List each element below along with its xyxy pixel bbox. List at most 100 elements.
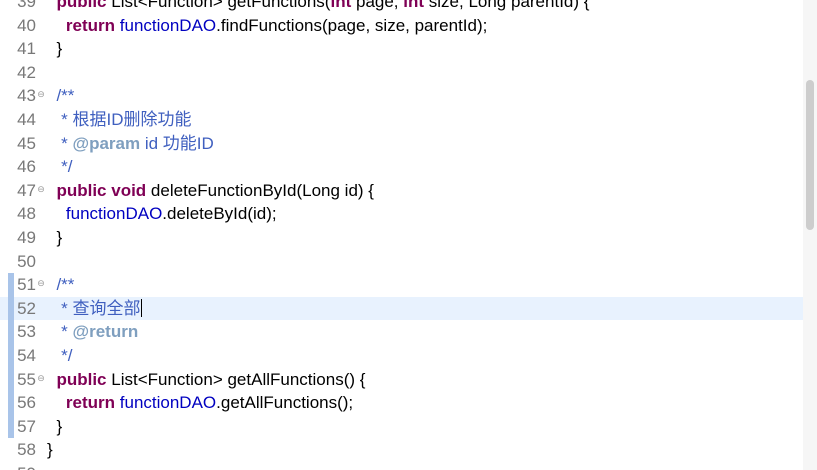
line-number: 39 (17, 0, 36, 11)
code-line[interactable]: 53 * @return (0, 320, 817, 344)
code-text[interactable]: functionDAO.deleteById(id); (47, 202, 277, 226)
code-token: /** (47, 275, 75, 295)
code-token: List<Function> getFunctions( (106, 0, 331, 11)
code-text[interactable]: public void deleteFunctionById(Long id) … (47, 179, 374, 203)
code-token: return (65, 15, 116, 35)
code-token: deleteFunctionById(Long id) { (146, 180, 374, 200)
code-token: id 功能ID (140, 133, 214, 153)
line-number: 50 (17, 251, 36, 271)
code-text[interactable]: * @param id 功能ID (47, 132, 214, 156)
code-text[interactable]: public List<Function> getFunctions(int p… (47, 0, 589, 14)
text-caret (140, 298, 142, 317)
code-token: /** (47, 86, 75, 106)
code-lines: 39 public List<Function> getFunctions(in… (0, 0, 817, 470)
code-token: * 根据ID删除功能 (47, 109, 192, 129)
line-number: 53 (17, 322, 36, 342)
code-line[interactable]: 48 functionDAO.deleteById(id); (0, 202, 817, 226)
code-text[interactable]: * @return (47, 320, 138, 344)
code-token: size, Long parentId) { (424, 0, 590, 11)
code-line[interactable]: 49 } (0, 226, 817, 250)
code-line[interactable]: 39 public List<Function> getFunctions(in… (0, 0, 817, 14)
code-line[interactable]: 47 ⊖ public void deleteFunctionById(Long … (0, 179, 817, 203)
code-token: */ (47, 157, 73, 177)
code-line[interactable]: 56 return functionDAO.getAllFunctions(); (0, 391, 817, 415)
code-text[interactable]: */ (47, 344, 73, 368)
code-token: * (47, 322, 73, 342)
line-number: 57 (17, 416, 36, 436)
code-line[interactable]: 52 * 查询全部 (0, 296, 817, 321)
scrollbar-thumb[interactable] (806, 80, 814, 230)
vertical-scrollbar[interactable] (803, 0, 817, 470)
code-text[interactable]: public List<Function> getAllFunctions() … (47, 368, 365, 392)
code-line[interactable]: 45 * @param id 功能ID (0, 132, 817, 156)
code-token: * (47, 133, 73, 153)
fold-collapse-icon[interactable]: ⊖ (36, 273, 46, 297)
code-token: */ (47, 345, 73, 365)
code-line[interactable]: 46 */ (0, 155, 817, 179)
code-text[interactable]: } (47, 438, 53, 462)
line-number: 49 (17, 227, 36, 247)
code-line[interactable]: 42 (0, 61, 817, 85)
line-number: 40 (17, 15, 36, 35)
line-number: 44 (17, 109, 36, 129)
code-token: @return (72, 322, 139, 342)
code-text[interactable]: /** (47, 84, 74, 108)
code-line[interactable]: 54 */ (0, 343, 817, 368)
code-line[interactable]: 43 ⊖ /** (0, 84, 817, 108)
code-token: } (47, 227, 63, 247)
fold-collapse-icon[interactable]: ⊖ (36, 368, 46, 392)
code-text[interactable]: * 根据ID删除功能 (47, 108, 192, 132)
line-number: 56 (17, 393, 36, 413)
code-line[interactable]: 51 ⊖ /** (0, 273, 817, 297)
code-token: .findFunctions(page, size, parentId); (216, 15, 488, 35)
line-number: 43 (17, 86, 36, 106)
code-token: .deleteById(id); (162, 204, 277, 224)
code-token: void (111, 180, 147, 200)
line-number: 42 (17, 62, 36, 82)
line-number: 46 (17, 157, 36, 177)
line-number: 45 (17, 133, 36, 153)
fold-collapse-icon[interactable]: ⊖ (36, 179, 46, 203)
code-token: public (56, 180, 107, 200)
code-token: public (56, 369, 107, 389)
code-line[interactable]: 41 } (0, 37, 817, 61)
code-token: @param (72, 133, 141, 153)
code-token: int (403, 0, 425, 11)
code-line[interactable]: 58} (0, 438, 817, 462)
code-token: .getAllFunctions(); (216, 393, 354, 413)
code-line[interactable]: 57 } (0, 414, 817, 439)
line-number: 41 (17, 39, 36, 59)
code-text[interactable]: /** (47, 273, 74, 297)
code-token: functionDAO (119, 393, 217, 413)
code-token: List<Function> getAllFunctions() { (106, 369, 366, 389)
code-text[interactable]: } (47, 226, 62, 250)
line-number: 59 (0, 462, 36, 470)
code-text[interactable]: * 查询全部 (47, 297, 142, 321)
code-line[interactable]: 40 return functionDAO.findFunctions(page… (0, 14, 817, 38)
code-text[interactable]: return functionDAO.getAllFunctions(); (47, 391, 353, 415)
code-token: } (47, 416, 63, 436)
code-text[interactable]: } (47, 37, 62, 61)
code-token: return (65, 393, 116, 413)
code-token: } (47, 39, 63, 59)
code-line[interactable]: 55 ⊖ public List<Function> getAllFunction… (0, 367, 817, 392)
line-number: 51 (17, 275, 36, 295)
code-text[interactable]: */ (47, 155, 73, 179)
code-token: functionDAO (65, 204, 163, 224)
line-number: 47 (17, 180, 36, 200)
code-line[interactable]: 50 (0, 250, 817, 274)
code-token: public (56, 0, 107, 11)
code-text[interactable]: } (47, 415, 62, 439)
code-token: * 查询全部 (47, 298, 141, 318)
code-token: page, (351, 0, 404, 11)
fold-collapse-icon[interactable]: ⊖ (36, 84, 46, 108)
code-line[interactable]: 44 * 根据ID删除功能 (0, 108, 817, 132)
code-token: int (330, 0, 352, 11)
code-text[interactable]: return functionDAO.findFunctions(page, s… (47, 14, 487, 38)
code-line[interactable]: 59 (0, 462, 817, 470)
code-token: functionDAO (119, 15, 217, 35)
code-editor[interactable]: 39 public List<Function> getFunctions(in… (0, 0, 817, 470)
